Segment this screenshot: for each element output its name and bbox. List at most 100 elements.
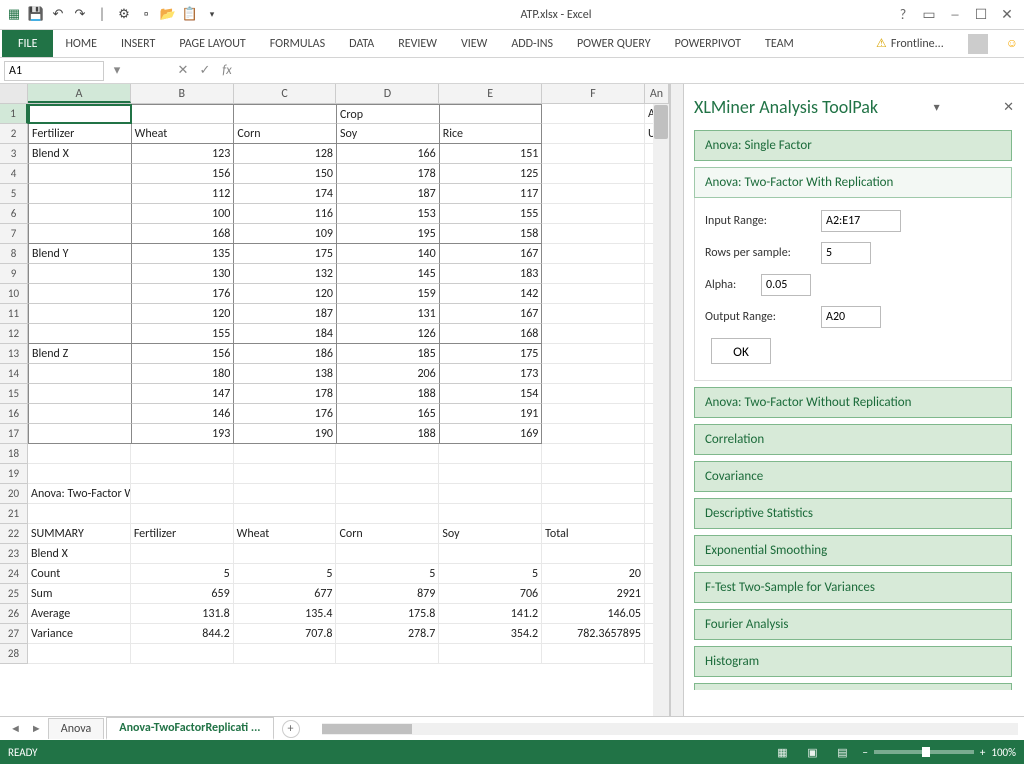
cell[interactable]: 707.8 (234, 624, 337, 644)
cell[interactable]: Anova: Two-Factor With Replication (28, 484, 131, 504)
cell[interactable]: 166 (337, 144, 440, 164)
cell[interactable]: Corn (234, 124, 337, 144)
cell[interactable]: 178 (234, 384, 337, 404)
cell[interactable] (28, 464, 131, 484)
cell[interactable] (336, 504, 439, 524)
paste-icon[interactable]: 📋 (182, 7, 198, 23)
cell[interactable]: 151 (440, 144, 543, 164)
name-box[interactable] (4, 61, 104, 81)
col-A[interactable]: A (28, 84, 131, 103)
cell[interactable]: 117 (440, 184, 543, 204)
cell[interactable] (28, 384, 132, 404)
tab-powerquery[interactable]: POWER QUERY (565, 30, 663, 57)
cell[interactable] (28, 404, 132, 424)
cell[interactable]: Soy (337, 124, 440, 144)
cell[interactable] (234, 464, 337, 484)
row-header[interactable]: 7 (0, 224, 28, 244)
cell[interactable] (131, 444, 234, 464)
cell[interactable] (28, 204, 132, 224)
cell[interactable]: 125 (440, 164, 543, 184)
cell[interactable]: 193 (132, 424, 235, 444)
cell[interactable]: 183 (440, 264, 543, 284)
cell[interactable] (542, 264, 645, 284)
cell[interactable]: 128 (234, 144, 337, 164)
cell[interactable]: 131.8 (131, 604, 234, 624)
cell[interactable]: 879 (336, 584, 439, 604)
tab-view[interactable]: VIEW (449, 30, 499, 57)
cell[interactable]: 126 (337, 324, 440, 344)
cell[interactable]: 187 (234, 304, 337, 324)
tool-exp-smooth[interactable]: Exponential Smoothing (694, 535, 1012, 566)
cell[interactable]: 677 (234, 584, 337, 604)
cell[interactable] (542, 484, 645, 504)
cell[interactable] (542, 364, 645, 384)
view-normal-icon[interactable]: ▦ (772, 746, 792, 759)
sheet-nav-prev-icon[interactable]: ◄ (6, 722, 25, 735)
vertical-scrollbar[interactable] (653, 104, 669, 716)
cell[interactable]: 167 (440, 304, 543, 324)
cell[interactable]: 176 (234, 404, 337, 424)
cell[interactable] (336, 544, 439, 564)
tab-review[interactable]: REVIEW (386, 30, 449, 57)
worksheet[interactable]: A B C D E F An 1CropAn2FertilizerWheatCo… (0, 84, 670, 716)
close-icon[interactable]: ✕ (996, 4, 1018, 26)
ok-button[interactable]: OK (711, 338, 771, 364)
cell[interactable]: 155 (132, 324, 235, 344)
tab-data[interactable]: DATA (337, 30, 386, 57)
cell[interactable]: 174 (234, 184, 337, 204)
zoom-value[interactable]: 100% (991, 746, 1016, 759)
cell[interactable]: 150 (234, 164, 337, 184)
maximize-icon[interactable]: ☐ (970, 4, 992, 26)
row-header[interactable]: 27 (0, 624, 28, 644)
cell[interactable]: 147 (132, 384, 235, 404)
cell[interactable]: 175 (440, 344, 543, 364)
cell[interactable] (28, 164, 132, 184)
cell[interactable]: 112 (132, 184, 235, 204)
cell[interactable]: 123 (132, 144, 235, 164)
cell[interactable] (234, 504, 337, 524)
cell[interactable]: 190 (234, 424, 337, 444)
cell[interactable] (439, 444, 542, 464)
cell[interactable] (542, 164, 645, 184)
row-header[interactable]: 6 (0, 204, 28, 224)
minimize-icon[interactable]: ─ (944, 4, 966, 26)
col-E[interactable]: E (439, 84, 542, 103)
cell[interactable] (542, 384, 645, 404)
cell[interactable] (131, 484, 234, 504)
tab-powerpivot[interactable]: POWERPIVOT (663, 30, 753, 57)
cell[interactable] (542, 204, 645, 224)
cell[interactable] (28, 644, 131, 664)
cell[interactable] (542, 104, 645, 124)
sheet-tab-anova[interactable]: Anova (48, 718, 105, 739)
tab-file[interactable]: FILE (2, 30, 53, 57)
cell[interactable] (336, 444, 439, 464)
cell[interactable] (131, 644, 234, 664)
undo-icon[interactable]: ↶ (50, 7, 66, 23)
cell[interactable]: 135 (132, 244, 235, 264)
row-header[interactable]: 20 (0, 484, 28, 504)
cell[interactable]: 154 (440, 384, 543, 404)
cell[interactable] (542, 344, 645, 364)
cell[interactable]: 20 (542, 564, 645, 584)
open-icon[interactable]: 📂 (160, 7, 176, 23)
cell[interactable] (28, 184, 132, 204)
smile-icon[interactable]: ☺ (1000, 30, 1024, 57)
cell[interactable]: 844.2 (131, 624, 234, 644)
cell[interactable]: 180 (132, 364, 235, 384)
cell[interactable]: 195 (337, 224, 440, 244)
formula-input[interactable] (240, 61, 1020, 81)
row-header[interactable]: 2 (0, 124, 28, 144)
row-header[interactable]: 9 (0, 264, 28, 284)
cell[interactable] (28, 304, 132, 324)
cell[interactable] (336, 644, 439, 664)
cell[interactable]: 168 (132, 224, 235, 244)
cell[interactable]: 184 (234, 324, 337, 344)
cell[interactable]: Count (28, 564, 131, 584)
row-header[interactable]: 19 (0, 464, 28, 484)
cell[interactable]: 141.2 (439, 604, 542, 624)
cell[interactable]: 188 (337, 424, 440, 444)
ribbon-options-icon[interactable]: ▭ (918, 4, 940, 26)
cell[interactable] (542, 224, 645, 244)
cell[interactable]: 186 (234, 344, 337, 364)
fx-icon[interactable]: fx (218, 63, 236, 78)
